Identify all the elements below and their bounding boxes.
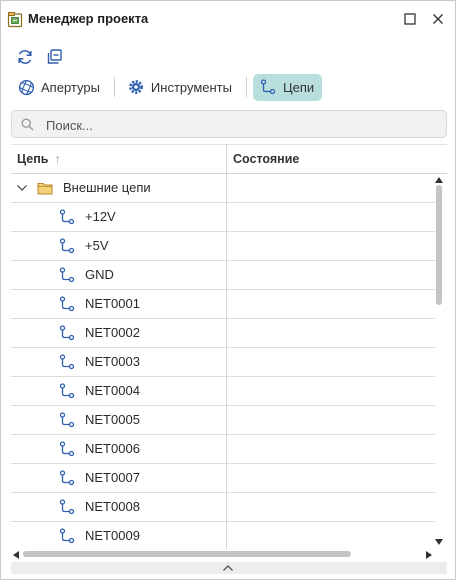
net-icon: [59, 441, 75, 457]
tab-divider: [245, 77, 247, 97]
tree-group-row[interactable]: Внешние цепи: [11, 174, 435, 203]
tab-tools[interactable]: Инструменты: [121, 74, 240, 101]
net-name: NET0005: [85, 412, 140, 427]
tab-bar: Апертуры Инструменты Цепи: [11, 73, 323, 101]
net-row[interactable]: NET0008: [11, 493, 435, 522]
net-icon: [59, 354, 75, 370]
net-name: +12V: [85, 209, 116, 224]
horizontal-scrollbar[interactable]: [11, 548, 435, 560]
net-name: NET0008: [85, 499, 140, 514]
refresh-icon: [18, 50, 32, 64]
net-row[interactable]: NET0005: [11, 406, 435, 435]
collapse-all-icon: [47, 49, 62, 64]
net-name: GND: [85, 267, 114, 282]
column-header-status-label: Состояние: [233, 152, 300, 166]
net-row[interactable]: NET0002: [11, 319, 435, 348]
net-row[interactable]: NET0007: [11, 464, 435, 493]
folder-icon: [37, 183, 53, 195]
aperture-icon: [17, 78, 35, 96]
net-icon: [59, 470, 75, 486]
net-icon: [59, 238, 75, 254]
net-icon: [59, 267, 75, 283]
refresh-button[interactable]: [15, 47, 35, 67]
close-button[interactable]: [429, 10, 447, 28]
tab-tools-label: Инструменты: [150, 79, 232, 95]
tab-apertures[interactable]: Апертуры: [11, 74, 108, 101]
search-input[interactable]: [46, 115, 436, 135]
net-row[interactable]: NET0006: [11, 435, 435, 464]
tab-apertures-label: Апертуры: [41, 79, 100, 95]
net-name: NET0004: [85, 383, 140, 398]
sort-ascending-icon: ↑: [54, 152, 61, 166]
horizontal-scroll-thumb[interactable]: [23, 551, 351, 557]
net-icon: [59, 383, 75, 399]
net-name: NET0003: [85, 354, 140, 369]
collapse-all-button[interactable]: [45, 47, 65, 67]
net-row[interactable]: +5V: [11, 232, 435, 261]
scroll-down-arrow-icon[interactable]: [434, 538, 444, 546]
net-icon: [59, 209, 75, 225]
table-body: Внешние цепи +12V +5V GND NET0001 NET0002 NET…: [11, 174, 435, 549]
net-name: NET0007: [85, 470, 140, 485]
column-header-status[interactable]: Состояние: [233, 145, 299, 174]
project-manager-app-icon: [7, 12, 23, 28]
net-row[interactable]: NET0009: [11, 522, 435, 549]
column-header-net[interactable]: Цепь ↑: [17, 145, 61, 174]
net-icon: [59, 296, 75, 312]
net-row[interactable]: GND: [11, 261, 435, 290]
net-row[interactable]: NET0003: [11, 348, 435, 377]
chevron-up-icon: [223, 565, 233, 571]
search-icon: [21, 118, 34, 131]
net-row[interactable]: NET0004: [11, 377, 435, 406]
tab-nets-label: Цепи: [282, 79, 315, 95]
net-icon: [259, 78, 277, 96]
net-name: NET0009: [85, 528, 140, 543]
net-row[interactable]: +12V: [11, 203, 435, 232]
window-title: Менеджер проекта: [28, 11, 149, 26]
net-name: NET0002: [85, 325, 140, 340]
net-icon: [59, 499, 75, 515]
net-icon: [59, 528, 75, 544]
chevron-down-icon[interactable]: [16, 182, 28, 194]
nets-table: Цепь ↑ Состояние Внешние цепи +12V +5V GND N…: [11, 144, 447, 549]
vertical-scroll-thumb[interactable]: [436, 185, 442, 305]
net-name: +5V: [85, 238, 109, 253]
net-name: NET0001: [85, 296, 140, 311]
project-manager-window: Менеджер проекта Апертуры Инструменты Це…: [0, 0, 456, 580]
column-header-net-label: Цепь: [17, 152, 49, 166]
search-box: [11, 110, 447, 138]
maximize-icon: [404, 13, 416, 25]
title-bar: Менеджер проекта: [1, 1, 455, 37]
close-icon: [433, 14, 443, 24]
tab-divider: [113, 77, 115, 97]
net-icon: [59, 412, 75, 428]
tool-gear-icon: [127, 78, 145, 96]
tab-nets[interactable]: Цепи: [252, 73, 323, 101]
scroll-left-arrow-icon[interactable]: [12, 550, 20, 560]
table-header: Цепь ↑ Состояние: [11, 144, 447, 174]
maximize-button[interactable]: [401, 10, 419, 28]
net-icon: [59, 325, 75, 341]
scroll-right-arrow-icon[interactable]: [425, 550, 433, 560]
vertical-scrollbar[interactable]: [433, 174, 445, 549]
toolbar: [15, 47, 65, 67]
collapse-panel-button[interactable]: [11, 562, 447, 574]
net-name: NET0006: [85, 441, 140, 456]
tree-group-label: Внешние цепи: [63, 180, 151, 195]
net-row[interactable]: NET0001: [11, 290, 435, 319]
scroll-up-arrow-icon[interactable]: [434, 176, 444, 184]
